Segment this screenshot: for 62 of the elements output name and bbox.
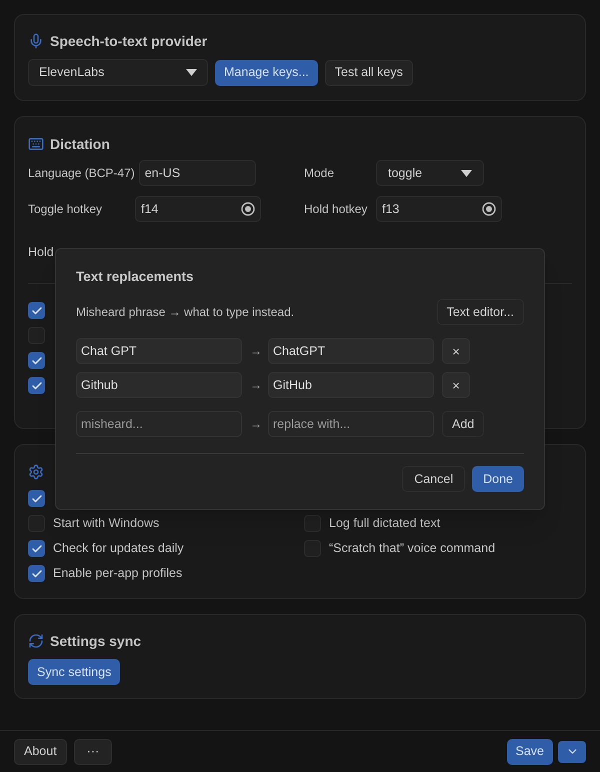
microphone-icon xyxy=(28,33,44,49)
section-title: Speech-to-text provider xyxy=(50,32,208,51)
arrow-text: → xyxy=(250,416,260,434)
sync-settings-button[interactable]: Sync settings xyxy=(28,659,120,685)
misheard-input[interactable]: misheard... xyxy=(76,411,242,438)
add-button[interactable]: Add xyxy=(442,411,484,438)
field-label: Hold hotkey xyxy=(304,201,368,218)
check-icon xyxy=(30,380,42,392)
hotkey-field[interactable]: f14 xyxy=(135,196,261,222)
mode-select[interactable]: toggle xyxy=(376,160,484,186)
misheard-input[interactable]: Github xyxy=(76,372,242,398)
cancel-button[interactable]: Cancel xyxy=(402,466,466,492)
check-icon xyxy=(30,542,42,554)
checkbox[interactable] xyxy=(28,565,45,582)
remove-button[interactable]: × xyxy=(442,338,470,364)
remove-button[interactable]: × xyxy=(442,372,470,398)
check-icon xyxy=(30,568,42,580)
hotkey-field[interactable]: f13 xyxy=(376,196,502,222)
misheard-input[interactable]: Chat GPT xyxy=(76,338,242,364)
record-icon[interactable] xyxy=(482,202,496,216)
checkbox[interactable] xyxy=(28,377,45,394)
checkbox-label: Enable per-app profiles xyxy=(53,565,182,582)
save-button[interactable]: Save xyxy=(506,738,553,764)
settings-icon xyxy=(28,464,44,480)
dialog-hint: Misheard phrase → what to type instead. xyxy=(76,304,294,322)
replacement-input[interactable]: ChatGPT xyxy=(268,338,434,364)
field-label: Toggle hotkey xyxy=(28,201,104,218)
checkbox[interactable] xyxy=(28,352,45,369)
checkbox-label: “Scratch that” voice command xyxy=(329,540,496,558)
record-icon[interactable] xyxy=(241,202,255,216)
sync-icon xyxy=(28,633,44,649)
more-button[interactable]: ··· xyxy=(74,738,112,764)
provider-select[interactable]: ElevenLabs xyxy=(28,59,208,86)
done-button[interactable]: Done xyxy=(472,466,524,492)
field-label: Language (BCP-47) xyxy=(28,165,136,182)
checkbox[interactable] xyxy=(28,490,45,507)
language-field[interactable]: en-US xyxy=(138,160,256,186)
arrow-text: → xyxy=(250,377,260,394)
checkbox[interactable] xyxy=(28,540,45,557)
checkbox[interactable] xyxy=(28,302,45,319)
replacement-input[interactable]: replace with... xyxy=(268,411,434,438)
arrow-text: → xyxy=(250,343,260,360)
manage-keys-button[interactable]: Manage keys... xyxy=(215,60,318,86)
field-label: Hold xyxy=(28,244,54,261)
check-icon xyxy=(30,304,42,316)
checkbox-label: Check for updates daily xyxy=(53,540,184,558)
save-options-button[interactable] xyxy=(558,740,586,762)
dropdown-arrow-icon xyxy=(461,170,472,176)
replacement-input[interactable]: GitHub xyxy=(268,372,434,398)
keyboard-icon xyxy=(28,136,44,152)
test-keys-button[interactable]: Test all keys xyxy=(324,60,413,86)
field-label: Mode xyxy=(304,165,336,182)
checkbox-label: Log full dictated text xyxy=(329,515,440,532)
checkbox-label: Start with Windows xyxy=(53,515,160,532)
section-title: Dictation xyxy=(50,134,110,154)
dropdown-arrow-icon xyxy=(186,69,197,76)
text-editor-button[interactable]: Text editor... xyxy=(436,299,524,326)
check-icon xyxy=(30,492,42,504)
check-icon xyxy=(30,354,42,366)
dialog-title: Text replacements xyxy=(76,268,195,286)
about-button[interactable]: About xyxy=(14,738,67,764)
section-title: Settings sync xyxy=(50,632,142,651)
